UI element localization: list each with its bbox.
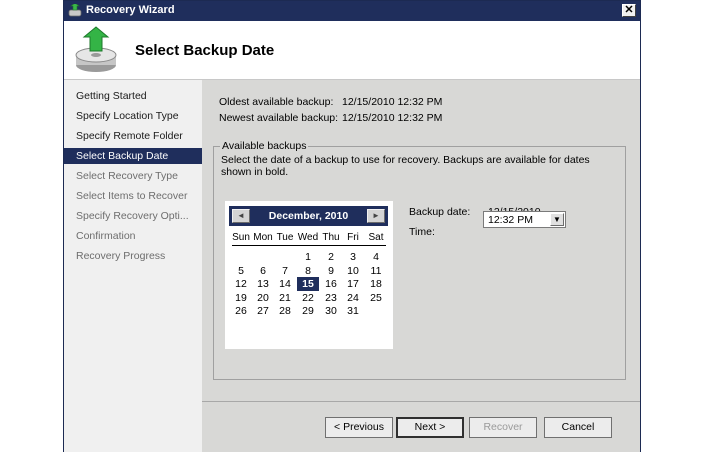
calendar-day[interactable]: 17 <box>342 277 364 291</box>
calendar-day[interactable]: 20 <box>252 291 274 305</box>
calendar-day[interactable]: 14 <box>274 277 296 291</box>
backup-date-label: Backup date: <box>409 206 471 218</box>
calendar-divider <box>232 245 386 246</box>
window-title: Recovery Wizard <box>86 4 175 16</box>
calendar-day[interactable]: 27 <box>252 304 274 318</box>
day-of-week-label: Thu <box>322 232 340 243</box>
day-of-week-label: Mon <box>253 232 273 243</box>
nav-step-recovery-progress: Recovery Progress <box>76 250 166 262</box>
calendar-day[interactable]: 12 <box>230 277 252 291</box>
calendar-day[interactable]: 8 <box>297 264 319 278</box>
calendar-month-year[interactable]: December, 2010 <box>229 210 388 222</box>
calendar-day[interactable]: 29 <box>297 304 319 318</box>
nav-step-specify-location-type[interactable]: Specify Location Type <box>64 108 202 124</box>
time-select[interactable]: 12:32 PM ▼ <box>483 211 566 228</box>
wizard-header: Select Backup Date <box>64 21 640 80</box>
calendar-day[interactable]: 4 <box>365 250 387 264</box>
cancel-button[interactable]: Cancel <box>544 417 612 438</box>
available-backups-description: Select the date of a backup to use for r… <box>221 154 590 178</box>
calendar-day[interactable]: 11 <box>365 264 387 278</box>
title-bar[interactable]: Recovery Wizard ✕ <box>64 1 640 21</box>
recover-button: Recover <box>469 417 537 438</box>
backup-calendar[interactable]: ◄ December, 2010 ► Sun Mon Tue Wed Thu Fri Sat… <box>225 201 393 349</box>
backup-restore-icon <box>75 26 117 72</box>
calendar-day[interactable]: 13 <box>252 277 274 291</box>
day-of-week-label: Sat <box>368 232 384 243</box>
dropdown-arrow-icon[interactable]: ▼ <box>550 213 564 226</box>
next-button[interactable]: Next > <box>396 417 464 438</box>
next-month-icon[interactable]: ► <box>367 209 385 223</box>
calendar-day[interactable]: 18 <box>365 277 387 291</box>
calendar-day[interactable]: 7 <box>274 264 296 278</box>
calendar-day[interactable]: 28 <box>274 304 296 318</box>
newest-backup-value: 12/15/2010 12:32 PM <box>342 112 443 124</box>
wizard-content: Oldest available backup: 12/15/2010 12:3… <box>202 80 640 452</box>
calendar-day[interactable]: 6 <box>252 264 274 278</box>
calendar-day[interactable]: 1 <box>297 250 319 264</box>
day-of-week-label: Sun <box>232 232 250 243</box>
wizard-steps-nav: Getting Started Specify Location Type Sp… <box>64 80 202 452</box>
available-backups-legend: Available backups <box>220 140 309 152</box>
calendar-day[interactable]: 16 <box>320 277 342 291</box>
nav-step-specify-recovery-options: Specify Recovery Opti... <box>76 210 189 222</box>
calendar-day[interactable]: 24 <box>342 291 364 305</box>
calendar-day[interactable]: 22 <box>297 291 319 305</box>
calendar-day[interactable]: 9 <box>320 264 342 278</box>
oldest-backup-value: 12/15/2010 12:32 PM <box>342 96 443 108</box>
available-backups-group: Available backups Select the date of a b… <box>213 140 626 380</box>
close-button[interactable]: ✕ <box>622 4 636 17</box>
nav-step-select-backup-date[interactable]: Select Backup Date <box>64 148 202 164</box>
calendar-day[interactable]: 23 <box>320 291 342 305</box>
day-of-week-label: Tue <box>276 232 294 243</box>
recovery-wizard-window: Recovery Wizard ✕ Select Backup Date Get… <box>63 0 641 452</box>
nav-step-getting-started[interactable]: Getting Started <box>64 88 202 104</box>
calendar-day[interactable]: 3 <box>342 250 364 264</box>
nav-step-select-recovery-type: Select Recovery Type <box>76 170 178 182</box>
calendar-day[interactable]: 25 <box>365 291 387 305</box>
time-select-value: 12:32 PM <box>488 214 533 226</box>
nav-step-confirmation: Confirmation <box>76 230 136 242</box>
calendar-day[interactable]: 31 <box>342 304 364 318</box>
calendar-day[interactable]: 30 <box>320 304 342 318</box>
calendar-header: ◄ December, 2010 ► <box>229 206 388 226</box>
backup-app-icon <box>68 4 82 17</box>
nav-step-specify-remote-folder[interactable]: Specify Remote Folder <box>64 128 202 144</box>
time-label: Time: <box>409 226 435 238</box>
calendar-day[interactable]: 21 <box>274 291 296 305</box>
calendar-day[interactable]: 5 <box>230 264 252 278</box>
day-of-week-label: Fri <box>347 232 359 243</box>
page-title: Select Backup Date <box>135 42 275 59</box>
newest-backup-label: Newest available backup: <box>219 112 339 124</box>
nav-step-select-items-to-recover: Select Items to Recover <box>76 190 188 202</box>
previous-button[interactable]: < Previous <box>325 417 393 438</box>
calendar-day[interactable]: 19 <box>230 291 252 305</box>
oldest-backup-label: Oldest available backup: <box>219 96 334 108</box>
day-of-week-label: Wed <box>297 232 319 243</box>
footer-divider <box>202 401 640 402</box>
calendar-day[interactable]: 2 <box>320 250 342 264</box>
calendar-day[interactable]: 10 <box>342 264 364 278</box>
calendar-day[interactable]: 26 <box>230 304 252 318</box>
calendar-day-selected[interactable]: 15 <box>297 277 319 291</box>
